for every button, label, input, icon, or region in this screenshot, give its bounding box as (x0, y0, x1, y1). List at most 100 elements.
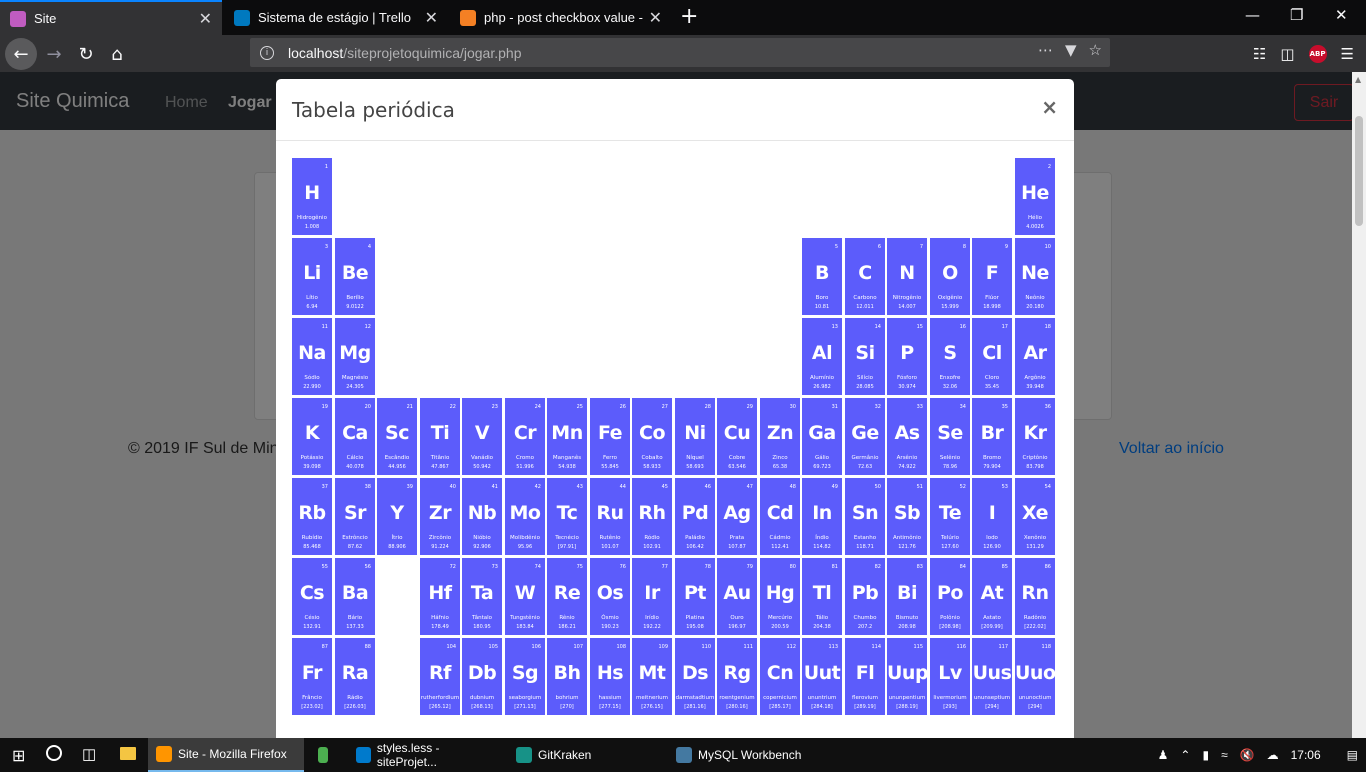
element-cell-ne[interactable]: 10 Ne Neônio 20.180 (1015, 238, 1055, 315)
element-cell-uut[interactable]: 113 Uut ununtrium [284.18] (802, 638, 842, 715)
battery-icon[interactable]: ▮ (1202, 748, 1209, 762)
element-cell-c[interactable]: 6 C Carbono 12.011 (845, 238, 885, 315)
new-tab-button[interactable]: + (680, 4, 698, 29)
site-info-icon[interactable]: i (260, 45, 274, 60)
scrollbar-thumb[interactable] (1355, 116, 1363, 226)
element-cell-hf[interactable]: 72 Hf Háfnio 178.49 (420, 558, 460, 635)
url-text[interactable]: localhost/siteprojetoquimica/jogar.php (288, 45, 522, 61)
browser-tab[interactable]: Sistema de estágio | Trello ✕ (224, 0, 448, 35)
address-bar[interactable]: i localhost/siteprojetoquimica/jogar.php… (250, 38, 1110, 67)
windows-start-icon[interactable]: ⊞ (12, 746, 25, 766)
sidebar-icon[interactable]: ◫ (1280, 45, 1294, 63)
page-scrollbar[interactable]: ▲ (1352, 72, 1366, 738)
element-cell-ca[interactable]: 20 Ca Cálcio 40.078 (335, 398, 375, 475)
bookmark-star-icon[interactable]: ☆ (1089, 41, 1102, 59)
element-cell-at[interactable]: 85 At Astato [209.99] (972, 558, 1012, 635)
element-cell-v[interactable]: 23 V Vanádio 50.942 (462, 398, 502, 475)
task-view-icon[interactable]: ◫ (82, 745, 96, 763)
element-cell-fr[interactable]: 87 Fr Frâncio [223.02] (292, 638, 332, 715)
file-explorer-icon[interactable] (120, 747, 136, 760)
taskbar-item[interactable]: styles.less - siteProjet... (348, 738, 502, 772)
element-cell-ta[interactable]: 73 Ta Tântalo 180.95 (462, 558, 502, 635)
close-window-icon[interactable]: ✕ (1335, 6, 1348, 24)
element-cell-be[interactable]: 4 Be Berílio 9.0122 (335, 238, 375, 315)
element-cell-pt[interactable]: 78 Pt Platina 195.08 (675, 558, 715, 635)
element-cell-br[interactable]: 35 Br Bromo 79.904 (972, 398, 1012, 475)
element-cell-os[interactable]: 76 Os Ósmio 190.23 (590, 558, 630, 635)
element-cell-w[interactable]: 74 W Tungstênio 183.84 (505, 558, 545, 635)
tab-close-icon[interactable]: ✕ (425, 8, 438, 28)
element-cell-k[interactable]: 19 K Potássio 39.098 (292, 398, 332, 475)
element-cell-rh[interactable]: 45 Rh Ródio 102.91 (632, 478, 672, 555)
element-cell-li[interactable]: 3 Li Lítio 6.94 (292, 238, 332, 315)
element-cell-ru[interactable]: 44 Ru Rutênio 101.07 (590, 478, 630, 555)
element-cell-ge[interactable]: 32 Ge Germânio 72.63 (845, 398, 885, 475)
element-cell-po[interactable]: 84 Po Polônio [208.98] (930, 558, 970, 635)
maximize-icon[interactable]: ❐ (1290, 6, 1303, 24)
element-cell-i[interactable]: 53 I Iodo 126.90 (972, 478, 1012, 555)
element-cell-hg[interactable]: 80 Hg Mercúrio 200.59 (760, 558, 800, 635)
element-cell-sg[interactable]: 106 Sg seaborgium [271.13] (505, 638, 545, 715)
element-cell-sb[interactable]: 51 Sb Antimônio 121.76 (887, 478, 927, 555)
tab-close-icon[interactable]: ✕ (199, 9, 212, 29)
forward-arrow-icon[interactable]: → (40, 41, 68, 67)
element-cell-ni[interactable]: 28 Ni Níquel 58.693 (675, 398, 715, 475)
element-cell-tc[interactable]: 43 Tc Tecnécio [97.91] (547, 478, 587, 555)
modal-close-button[interactable]: × (1041, 95, 1058, 119)
element-cell-si[interactable]: 14 Si Silício 28.085 (845, 318, 885, 395)
element-cell-as[interactable]: 33 As Arsênio 74.922 (887, 398, 927, 475)
element-cell-mn[interactable]: 25 Mn Manganês 54.938 (547, 398, 587, 475)
element-cell-pd[interactable]: 46 Pd Paládio 106.42 (675, 478, 715, 555)
element-cell-sr[interactable]: 38 Sr Estrôncio 87.62 (335, 478, 375, 555)
element-cell-mg[interactable]: 12 Mg Magnésio 24.305 (335, 318, 375, 395)
element-cell-uup[interactable]: 115 Uup ununpentium [288.19] (887, 638, 927, 715)
element-cell-ti[interactable]: 22 Ti Titânio 47.867 (420, 398, 460, 475)
volume-mute-icon[interactable]: 🔇 (1240, 748, 1255, 762)
reload-icon[interactable]: ↻ (72, 41, 100, 67)
element-cell-h[interactable]: 1 H Hidrogênio 1.008 (292, 158, 332, 235)
library-icon[interactable]: ☷ (1253, 45, 1266, 63)
pocket-icon[interactable]: ▼ (1065, 41, 1077, 59)
element-cell-uus[interactable]: 117 Uus ununseptium [294] (972, 638, 1012, 715)
element-cell-s[interactable]: 16 S Enxofre 32.06 (930, 318, 970, 395)
element-cell-hs[interactable]: 108 Hs hassium [277.15] (590, 638, 630, 715)
element-cell-bi[interactable]: 83 Bi Bismuto 208.98 (887, 558, 927, 635)
taskbar-item[interactable] (310, 738, 342, 772)
notifications-icon[interactable]: ▤ (1347, 748, 1358, 762)
clock-time[interactable]: 17:06 (1291, 748, 1321, 762)
element-cell-zn[interactable]: 30 Zn Zinco 65.38 (760, 398, 800, 475)
element-cell-cd[interactable]: 48 Cd Cádmio 112.41 (760, 478, 800, 555)
browser-tab[interactable]: Site ✕ (0, 0, 222, 35)
element-cell-in[interactable]: 49 In Índio 114.82 (802, 478, 842, 555)
element-cell-n[interactable]: 7 N Nitrogênio 14.007 (887, 238, 927, 315)
element-cell-na[interactable]: 11 Na Sódio 22.990 (292, 318, 332, 395)
element-cell-co[interactable]: 27 Co Cobalto 58.933 (632, 398, 672, 475)
element-cell-fe[interactable]: 26 Fe Ferro 55.845 (590, 398, 630, 475)
element-cell-ar[interactable]: 18 Ar Argônio 39.948 (1015, 318, 1055, 395)
element-cell-y[interactable]: 39 Y Ítrio 88.906 (377, 478, 417, 555)
home-icon[interactable]: ⌂ (103, 41, 131, 67)
element-cell-sn[interactable]: 50 Sn Estanho 118.71 (845, 478, 885, 555)
tab-close-icon[interactable]: ✕ (649, 8, 662, 28)
taskbar-item[interactable]: Site - Mozilla Firefox (148, 738, 304, 772)
element-cell-cu[interactable]: 29 Cu Cobre 63.546 (717, 398, 757, 475)
element-cell-he[interactable]: 2 He Hélio 4.0026 (1015, 158, 1055, 235)
element-cell-mt[interactable]: 109 Mt meitnerium [276.15] (632, 638, 672, 715)
element-cell-o[interactable]: 8 O Oxigênio 15.999 (930, 238, 970, 315)
element-cell-ds[interactable]: 110 Ds darmstadtium [281.16] (675, 638, 715, 715)
browser-tab[interactable]: php - post checkbox value - Sta ✕ (450, 0, 672, 35)
page-actions-icon[interactable]: ⋯ (1038, 41, 1053, 59)
scroll-up-icon[interactable]: ▲ (1355, 75, 1361, 84)
minimize-icon[interactable]: — (1245, 6, 1260, 24)
element-cell-lv[interactable]: 116 Lv livermorium [293] (930, 638, 970, 715)
element-cell-te[interactable]: 52 Te Telúrio 127.60 (930, 478, 970, 555)
menu-hamburger-icon[interactable]: ☰ (1341, 45, 1354, 63)
element-cell-ag[interactable]: 47 Ag Prata 107.87 (717, 478, 757, 555)
show-hidden-icons-icon[interactable]: ⌃ (1180, 748, 1190, 762)
element-cell-cn[interactable]: 112 Cn copernicium [285.17] (760, 638, 800, 715)
element-cell-re[interactable]: 75 Re Rênio 186.21 (547, 558, 587, 635)
taskbar-item[interactable]: MySQL Workbench (668, 738, 824, 772)
element-cell-rf[interactable]: 104 Rf rutherfordium [265.12] (420, 638, 460, 715)
element-cell-ra[interactable]: 88 Ra Rádio [226.03] (335, 638, 375, 715)
element-cell-uuo[interactable]: 118 Uuo ununoctium [294] (1015, 638, 1055, 715)
